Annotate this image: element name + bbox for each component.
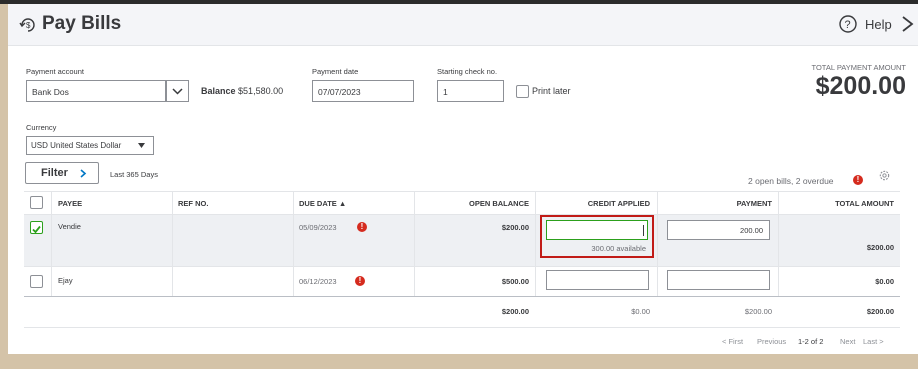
total-payment-amount: $200.00: [815, 72, 906, 100]
filter-button[interactable]: Filter: [25, 162, 99, 184]
payment-account-label: Payment account: [26, 67, 84, 76]
total-payment-label: TOTAL PAYMENT AMOUNT: [811, 63, 906, 72]
date-range-label: Last 365 Days: [110, 170, 158, 179]
header-bar: $ Pay Bills ? Help: [8, 4, 918, 46]
total-payment: $200.00: [744, 307, 772, 316]
row-checkbox[interactable]: [30, 221, 43, 234]
col-divider: [657, 191, 658, 296]
payee-cell: Vendie: [58, 222, 81, 231]
due-date-cell: 06/12/2023: [299, 277, 337, 286]
payment-account-input[interactable]: Bank Dos: [26, 80, 166, 102]
starting-check-label: Starting check no.: [437, 67, 498, 76]
pager-range: 1-2 of 2: [798, 337, 824, 346]
select-all-checkbox[interactable]: [30, 196, 43, 209]
table-bottom-border: [24, 327, 900, 328]
balance-label: Balance: [201, 86, 236, 96]
pager-first[interactable]: < First: [722, 337, 743, 346]
row-divider: [24, 266, 900, 267]
starting-check-input[interactable]: 1: [437, 80, 504, 102]
col-header-total-amount[interactable]: TOTAL AMOUNT: [784, 199, 894, 208]
caret-down-icon: [138, 143, 145, 148]
pay-bills-icon: $: [19, 18, 35, 32]
open-balance-cell: $500.00: [501, 277, 529, 286]
col-divider: [293, 191, 294, 296]
total-credit-applied: $0.00: [631, 307, 650, 316]
total-amount-cell: $200.00: [866, 243, 894, 252]
total-open-balance: $200.00: [501, 307, 529, 316]
payment-date-label: Payment date: [312, 67, 359, 76]
table-top-border: [24, 191, 900, 192]
payment-account-dropdown[interactable]: [166, 80, 189, 102]
print-later-checkbox[interactable]: [516, 85, 529, 98]
help-link[interactable]: Help: [865, 17, 892, 32]
totals-divider: [24, 296, 900, 297]
payment-input[interactable]: 200.00: [667, 220, 770, 240]
credit-applied-input[interactable]: [546, 270, 649, 290]
page-title: Pay Bills: [42, 13, 122, 34]
svg-text:?: ?: [845, 19, 851, 31]
row-checkbox[interactable]: [30, 275, 43, 288]
close-icon[interactable]: [899, 14, 917, 34]
col-header-ref[interactable]: REF NO.: [178, 199, 208, 208]
alert-icon: !: [357, 222, 367, 232]
col-header-open-balance[interactable]: OPEN BALANCE: [420, 199, 529, 208]
total-amount: $200.00: [866, 307, 894, 316]
svg-text:$: $: [26, 21, 31, 30]
pager-next[interactable]: Next: [840, 337, 855, 346]
pay-bills-panel: $ Pay Bills ? Help Payment account Bank …: [8, 4, 918, 354]
payee-cell: Ejay: [58, 276, 73, 285]
gear-icon[interactable]: [878, 169, 891, 182]
balance-value: $51,580.00: [238, 86, 284, 96]
account-balance: Balance $51,580.00: [201, 86, 283, 96]
alert-icon: !: [853, 175, 863, 185]
col-divider: [535, 191, 536, 296]
chevron-down-icon: [172, 88, 183, 95]
col-divider: [172, 191, 173, 296]
col-header-due-date[interactable]: DUE DATE ▲: [299, 199, 346, 208]
alert-icon: !: [355, 276, 365, 286]
col-header-payee[interactable]: PAYEE: [58, 199, 82, 208]
checkmark-icon: [32, 225, 41, 234]
help-circle-icon[interactable]: ?: [838, 14, 858, 34]
total-amount-cell: $0.00: [875, 277, 894, 286]
pager-last[interactable]: Last >: [863, 337, 884, 346]
open-bills-summary: 2 open bills, 2 overdue: [748, 176, 834, 186]
col-divider: [414, 191, 415, 296]
payment-input[interactable]: [667, 270, 770, 290]
print-later-label: Print later: [532, 86, 571, 96]
currency-label: Currency: [26, 123, 57, 132]
credit-highlight-box: [540, 215, 654, 258]
col-header-payment[interactable]: PAYMENT: [663, 199, 772, 208]
pager-previous[interactable]: Previous: [757, 337, 786, 346]
chevron-right-icon: [80, 169, 87, 178]
currency-value: USD United States Dollar: [31, 141, 122, 150]
payment-date-input[interactable]: 07/07/2023: [312, 80, 414, 102]
open-balance-cell: $200.00: [501, 223, 529, 232]
col-divider: [51, 191, 52, 296]
col-divider: [778, 191, 779, 296]
due-date-cell: 05/09/2023: [299, 223, 337, 232]
filter-button-label: Filter: [41, 167, 68, 179]
currency-select[interactable]: USD United States Dollar: [26, 136, 154, 155]
col-header-credit-applied[interactable]: CREDIT APPLIED: [541, 199, 650, 208]
